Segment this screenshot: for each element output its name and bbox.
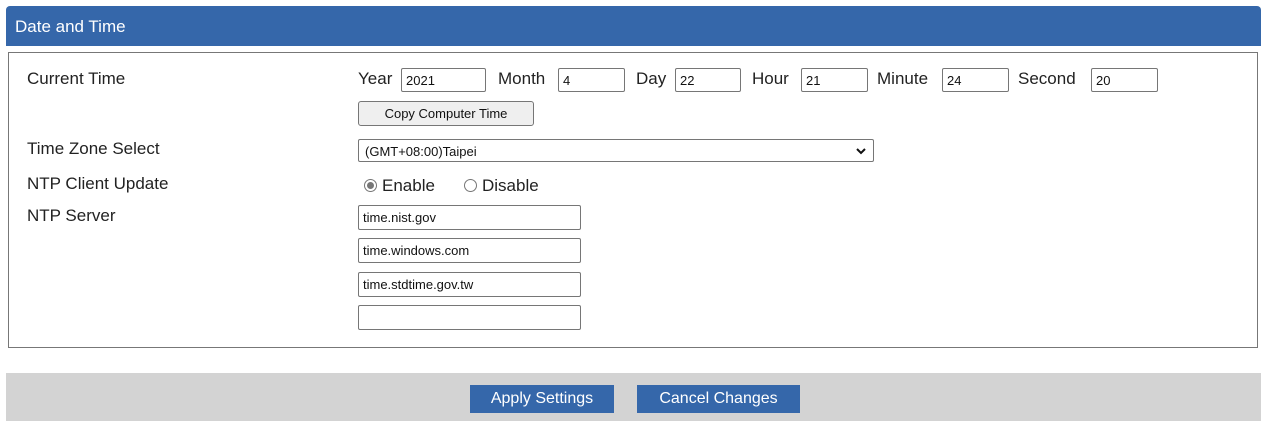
hour-input[interactable] — [801, 68, 868, 92]
ntp-server-input-1[interactable] — [358, 205, 581, 230]
hour-label: Hour — [752, 69, 789, 88]
time-zone-select[interactable]: (GMT+08:00)Taipei — [358, 139, 874, 162]
ntp-server-input-4[interactable] — [358, 305, 581, 330]
ntp-enable-label: Enable — [382, 176, 435, 195]
chevron-down-icon — [856, 148, 866, 155]
time-zone-selected-value: (GMT+08:00)Taipei — [365, 144, 477, 159]
ntp-server-input-3[interactable] — [358, 272, 581, 297]
cancel-changes-button[interactable]: Cancel Changes — [637, 385, 800, 413]
second-input[interactable] — [1091, 68, 1158, 92]
section-title: Date and Time — [15, 17, 126, 36]
month-input[interactable] — [558, 68, 625, 92]
time-zone-label: Time Zone Select — [27, 139, 160, 158]
minute-input[interactable] — [942, 68, 1009, 92]
footer-bar: Apply Settings Cancel Changes — [6, 373, 1261, 421]
ntp-client-update-label: NTP Client Update — [27, 174, 169, 193]
minute-label: Minute — [877, 69, 929, 88]
year-input[interactable] — [401, 68, 486, 92]
copy-computer-time-button[interactable]: Copy Computer Time — [358, 101, 534, 126]
month-label: Month — [498, 69, 546, 88]
ntp-disable-label: Disable — [482, 176, 539, 195]
ntp-server-input-2[interactable] — [358, 238, 581, 263]
ntp-disable-radio[interactable] — [464, 179, 477, 192]
ntp-enable-radio[interactable] — [364, 179, 377, 192]
year-label: Year — [358, 69, 393, 88]
apply-settings-button[interactable]: Apply Settings — [470, 385, 614, 413]
settings-panel: Current Time Year Month Day Hour Minute … — [8, 52, 1258, 348]
section-header: Date and Time — [6, 6, 1261, 46]
current-time-label: Current Time — [27, 69, 126, 88]
ntp-server-label: NTP Server — [27, 206, 116, 225]
day-label: Day — [636, 69, 667, 88]
second-label: Second — [1018, 69, 1076, 88]
day-input[interactable] — [675, 68, 741, 92]
